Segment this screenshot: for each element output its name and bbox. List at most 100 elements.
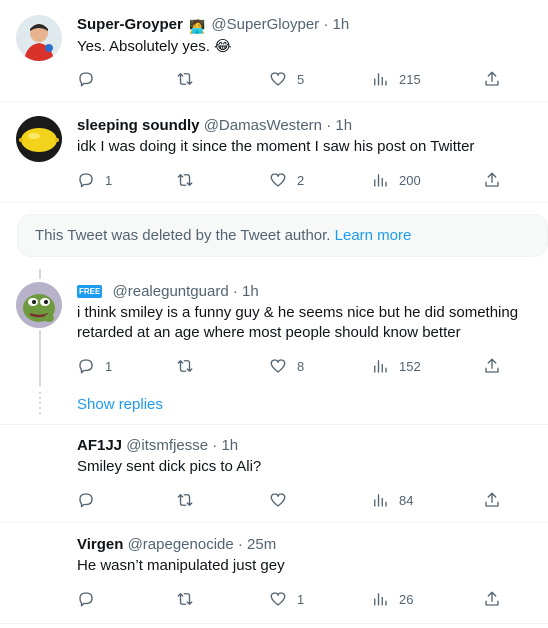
views-count: 200 <box>399 172 421 188</box>
tweet-2[interactable]: sleeping soundly @DamasWestern · 1h idk … <box>0 102 548 202</box>
tweet-header: FREE @realeguntguard · 1h <box>77 282 259 301</box>
like-icon <box>270 493 286 507</box>
avatar[interactable] <box>16 282 62 328</box>
deleted-notice-message: This Tweet was deleted by the Tweet auth… <box>35 227 331 244</box>
reply-icon <box>79 173 93 188</box>
views-button[interactable]: 215 <box>371 69 421 89</box>
tweet-text-content: Yes. Absolutely yes. <box>77 38 210 55</box>
author-handle[interactable]: @realeguntguard <box>113 283 229 300</box>
action-bar: 1 2 200 <box>77 170 507 190</box>
like-button[interactable]: 5 <box>269 69 304 89</box>
deleted-tweet-notice: This Tweet was deleted by the Tweet auth… <box>17 214 548 257</box>
share-icon <box>485 172 499 187</box>
views-count: 152 <box>399 358 421 374</box>
views-button[interactable]: 152 <box>371 356 421 376</box>
show-replies-link[interactable]: Show replies <box>77 396 163 413</box>
action-bar: 1 8 152 <box>77 356 507 376</box>
tweet-1[interactable]: Super-Groyper 🧑‍💻 @SuperGloyper · 1h Yes… <box>0 0 548 100</box>
author-handle[interactable]: @rapegenocide <box>128 536 234 553</box>
retweet-icon <box>177 360 193 372</box>
like-icon <box>270 359 286 373</box>
reply-button[interactable] <box>77 69 105 89</box>
name-badge-emoji: 🧑‍💻 <box>189 19 206 34</box>
action-bar: 5 215 <box>77 69 507 89</box>
reply-button[interactable] <box>77 589 105 609</box>
like-icon <box>270 173 286 187</box>
thread-dots <box>39 392 41 416</box>
reply-icon <box>79 72 93 87</box>
tweet-3[interactable]: FREE @realeguntguard · 1h i think smiley… <box>0 268 548 388</box>
views-icon <box>374 360 387 373</box>
views-count: 84 <box>399 492 414 508</box>
author-name[interactable]: sleeping soundly <box>77 117 200 134</box>
reply-icon <box>79 592 93 607</box>
tweet-text: idk I was doing it since the moment I sa… <box>77 138 475 155</box>
share-button[interactable] <box>483 356 501 376</box>
avatar[interactable] <box>16 15 62 61</box>
like-icon <box>270 72 286 86</box>
retweet-icon <box>177 494 193 506</box>
retweet-button[interactable] <box>176 589 204 609</box>
reply-button[interactable]: 1 <box>77 356 112 376</box>
laugh-emoji: 😂 <box>214 38 232 55</box>
share-icon <box>485 492 499 507</box>
tweet-5[interactable]: Virgen @rapegenocide · 25m He wasn’t man… <box>0 523 548 623</box>
views-icon <box>374 73 387 86</box>
reply-icon <box>79 493 93 508</box>
reply-icon <box>79 359 93 374</box>
timestamp[interactable]: · 1h <box>212 437 238 454</box>
timestamp[interactable]: · 1h <box>233 283 259 300</box>
author-name[interactable]: Super-Groyper <box>77 16 183 33</box>
views-button[interactable]: 200 <box>371 170 421 190</box>
reply-count: 1 <box>105 172 113 188</box>
tweet-text: Smiley sent dick pics to Ali? <box>77 458 262 475</box>
tweet-header: Super-Groyper 🧑‍💻 @SuperGloyper · 1h <box>77 15 349 36</box>
retweet-icon <box>177 593 193 605</box>
tweet-header: sleeping soundly @DamasWestern · 1h <box>77 116 352 135</box>
reply-count: 1 <box>105 358 113 374</box>
share-button[interactable] <box>483 170 501 190</box>
divider <box>0 623 548 624</box>
views-icon <box>374 593 387 606</box>
retweet-icon <box>177 174 193 186</box>
share-button[interactable] <box>483 69 501 89</box>
author-name[interactable]: Virgen <box>77 536 123 553</box>
like-count: 1 <box>297 591 305 607</box>
share-icon <box>485 358 499 373</box>
views-icon <box>374 494 387 507</box>
tweet-header: Virgen @rapegenocide · 25m <box>77 535 276 554</box>
retweet-button[interactable] <box>176 69 204 89</box>
like-button[interactable]: 8 <box>269 356 304 376</box>
action-bar: 1 26 <box>77 589 507 609</box>
deleted-notice-text: This Tweet was deleted by the Tweet auth… <box>35 227 411 244</box>
timestamp[interactable]: · 1h <box>323 16 349 33</box>
free-badge: FREE <box>77 285 103 298</box>
tweet-4[interactable]: AF1JJ @itsmfjesse · 1h Smiley sent dick … <box>0 425 548 521</box>
author-name[interactable]: AF1JJ <box>77 437 122 454</box>
author-handle[interactable]: @DamasWestern <box>204 117 322 134</box>
reply-button[interactable]: 1 <box>77 170 112 190</box>
avatar[interactable] <box>16 116 62 162</box>
retweet-button[interactable] <box>176 170 204 190</box>
retweet-button[interactable] <box>176 490 204 510</box>
like-count: 8 <box>297 358 305 374</box>
views-button[interactable]: 84 <box>371 490 413 510</box>
like-button[interactable]: 1 <box>269 589 304 609</box>
share-button[interactable] <box>483 490 501 510</box>
timestamp[interactable]: · 1h <box>326 117 352 134</box>
timestamp[interactable]: · 25m <box>238 536 276 553</box>
share-button[interactable] <box>483 589 501 609</box>
retweet-button[interactable] <box>176 356 204 376</box>
views-count: 215 <box>399 71 421 87</box>
views-count: 26 <box>399 591 414 607</box>
tweet-text: Yes. Absolutely yes. 😂 <box>77 37 537 57</box>
views-button[interactable]: 26 <box>371 589 413 609</box>
reply-button[interactable] <box>77 490 105 510</box>
author-handle[interactable]: @itsmfjesse <box>126 437 208 454</box>
learn-more-link[interactable]: Learn more <box>335 227 412 244</box>
like-button[interactable] <box>269 490 297 510</box>
like-count: 2 <box>297 172 305 188</box>
author-handle[interactable]: @SuperGloyper <box>211 16 319 33</box>
like-button[interactable]: 2 <box>269 170 304 190</box>
views-icon <box>374 174 387 187</box>
